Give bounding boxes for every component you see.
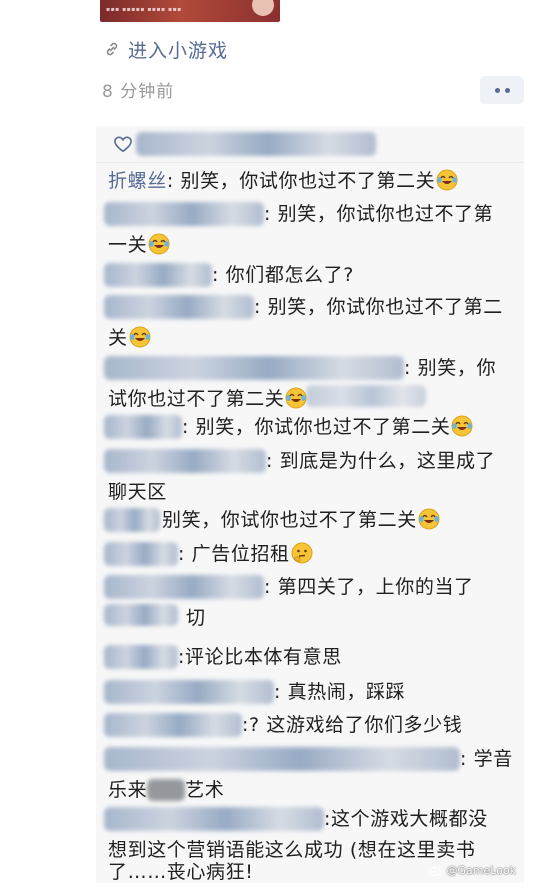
comment-separator: : [212,264,220,286]
comment-text: 别笑，你试你也过不了第二 [267,296,503,318]
comment-item[interactable]: : 别笑，你试你也过不了第二 关 [96,292,524,354]
comment-separator: : [182,416,190,438]
comment-item[interactable]: : 别笑，你 试你也过不了第二关 [96,353,524,415]
commenter-name[interactable]: 折螺丝 [108,170,167,192]
comment-separator: : [242,714,250,736]
blurred-commenter-name [104,542,178,566]
blurred-commenter-name [104,713,242,737]
comment-text-continued: 乐来 [108,779,148,801]
comment-item[interactable]: :这个游戏大概都没 想到这个营销语能这么成功 (想在这里卖书 了……丧心病狂! [96,804,524,896]
comment-item[interactable]: : 别笑，你试你也过不了第 一关 [96,199,524,261]
dot-icon [494,87,500,93]
comment-separator: : [324,808,332,830]
comment-text: 别笑，你试你也过不了第二关 [180,170,436,192]
comment-text-continued: 艺术 [185,779,225,801]
watermark: @GameLook [429,864,516,877]
comment-text: 别笑，你试你也过不了第二关 [162,509,417,531]
comment-text: 别笑，你试你也过不了第二关 [195,416,451,438]
comment-text-continued: 关 [108,327,128,349]
comment-text: 你们都怎么了? [225,264,354,286]
comment-text: 这个游戏大概都没 [331,808,488,830]
comment-text: ? 这游戏给了你们多少钱 [249,714,463,736]
comment-item[interactable]: 折螺丝: 别笑，你试你也过不了第二关 [96,166,524,196]
thumbnail-face [252,0,274,16]
comment-item[interactable]: : 广告位招租 [96,539,524,569]
laughing-crying-emoji-icon [285,387,307,409]
comment-separator: : [266,450,274,472]
comment-text: 学音 [473,748,513,770]
comment-item[interactable]: : 真热闹，踩踩 [96,677,524,707]
blurred-overlap [306,385,426,407]
comment-text-continued: 切 [186,607,206,629]
comment-text-continued: 了……丧心病狂! [108,861,254,883]
comment-item[interactable]: : 别笑，你试你也过不了第二关 [96,412,524,442]
comment-text: 别笑，你 [417,357,497,379]
laughing-crying-emoji-icon [148,233,170,255]
comment-separator: : [264,576,272,598]
comment-separator: : [178,543,186,565]
comment-separator: : [178,646,186,668]
thumbnail-caption: ▪▪▪ ▪▪▪▪▪ ▪▪▪▪ ▪▪▪ [106,6,182,13]
comment-item[interactable]: :评论比本体有意思 [96,642,524,672]
comment-text: 广告位招租 [191,543,290,565]
comment-item[interactable]: : 第四关了，上你的当了 切 [96,572,524,634]
likes-row [96,126,524,163]
link-icon [106,42,118,56]
comment-item[interactable]: :? 这游戏给了你们多少钱 [96,710,524,740]
blurred-commenter-name [104,449,266,473]
comment-panel: 折螺丝: 别笑，你试你也过不了第二关 : 别笑，你试你也过不了第 一关 : 你们… [96,126,524,883]
comment-text: 第四关了，上你的当了 [277,576,474,598]
post-image-thumbnail[interactable]: ▪▪▪ ▪▪▪▪▪ ▪▪▪▪ ▪▪▪ [100,0,280,22]
laughing-crying-emoji-icon [436,169,458,191]
blurred-commenter-name [104,680,274,704]
comment-text-continued: 聊天区 [108,481,167,503]
blurred-commenter-name [104,295,254,319]
comment-text: 别笑，你试你也过不了第 [277,203,494,225]
comment-text: 评论比本体有意思 [185,646,342,668]
blurred-commenter-name [104,575,264,599]
blurred-commenter-name [104,415,182,439]
blurred-commenter-name [104,202,264,226]
blurred-likers [136,132,376,156]
laughing-crying-emoji-icon [129,326,151,348]
comment-separator: : [274,681,282,703]
mini-game-label: 进入小游戏 [128,39,229,62]
comment-text-continued: 试你也过不了第二关 [108,388,285,410]
watermark-text: @GameLook [446,864,516,877]
blurred-commenter-name [104,263,212,287]
heart-icon [114,136,132,153]
comment-separator: : [404,357,412,379]
comment-item[interactable]: : 你们都怎么了? [96,260,524,290]
comment-separator: : [166,170,174,192]
laughing-crying-emoji-icon [451,415,473,437]
comment-text: 到底是为什么，这里成了 [279,450,496,472]
comment-text-continued: 一关 [108,234,148,256]
more-options-button[interactable] [480,76,524,104]
comment-item[interactable]: : 学音 乐来 艺术 [96,744,524,806]
blurred-word [147,779,186,801]
blurred-commenter-name [104,807,324,831]
blurred-commenter-name [104,508,160,532]
post-timestamp: 8 分钟前 [102,82,175,102]
blurred-overlap [104,604,178,626]
comment-separator: : [460,748,468,770]
blurred-commenter-name [104,645,178,669]
blurred-commenter-name [104,356,404,380]
thinking-emoji-icon [291,542,313,564]
comment-item[interactable]: : 到底是为什么，这里成了 聊天区 [96,446,524,508]
dot-icon [504,87,510,93]
mini-game-link[interactable]: 进入小游戏 [104,36,228,62]
blurred-commenter-name [104,747,460,771]
comment-separator: : [264,203,272,225]
comment-text: 真热闹，踩踩 [287,681,406,703]
comment-separator: : [254,296,262,318]
laughing-crying-emoji-icon [418,508,440,530]
weibo-icon [429,865,444,876]
comment-item[interactable]: 别笑，你试你也过不了第二关 [96,505,524,535]
